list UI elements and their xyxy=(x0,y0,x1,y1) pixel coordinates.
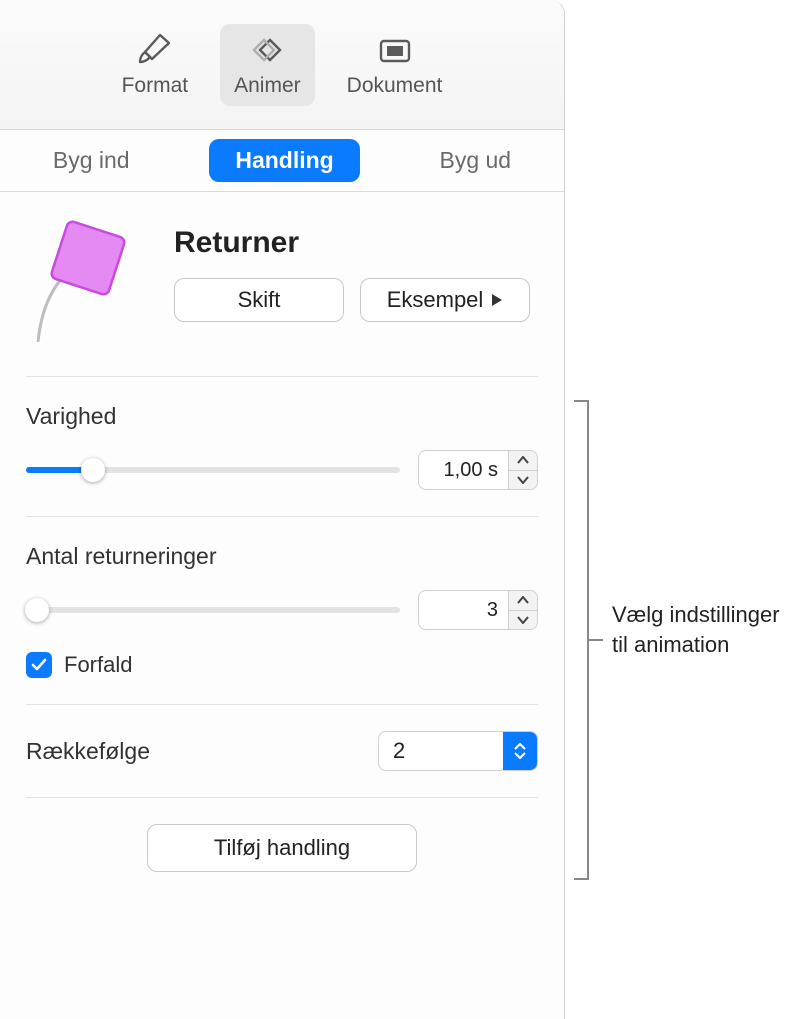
stepper-down-icon[interactable] xyxy=(509,471,537,490)
animation-preview-thumbnail xyxy=(26,220,156,350)
document-tool[interactable]: Dokument xyxy=(333,24,457,106)
document-label: Dokument xyxy=(347,74,443,98)
add-action-button[interactable]: Tilføj handling xyxy=(147,824,417,872)
decay-checkbox[interactable] xyxy=(26,652,52,678)
bounces-label: Antal returneringer xyxy=(26,543,538,570)
paintbrush-icon xyxy=(134,32,176,68)
decay-label: Forfald xyxy=(64,652,132,678)
divider xyxy=(26,797,538,798)
duration-field[interactable] xyxy=(418,450,508,490)
format-label: Format xyxy=(122,74,189,98)
play-icon xyxy=(491,293,503,307)
divider xyxy=(26,516,538,517)
duration-slider[interactable] xyxy=(26,458,400,482)
duration-stepper[interactable] xyxy=(508,450,538,490)
duration-label: Varighed xyxy=(26,403,538,430)
divider xyxy=(26,704,538,705)
stepper-up-icon[interactable] xyxy=(509,451,537,471)
select-arrows-icon xyxy=(503,732,537,770)
change-button[interactable]: Skift xyxy=(174,278,344,322)
tab-action[interactable]: Handling xyxy=(209,139,359,182)
preview-button-label: Eksempel xyxy=(387,287,484,313)
document-icon xyxy=(374,32,416,68)
order-value: 2 xyxy=(379,738,503,764)
animate-icon xyxy=(246,32,288,68)
tab-build-out[interactable]: Byg ud xyxy=(413,139,537,182)
order-select[interactable]: 2 xyxy=(378,731,538,771)
tab-build-in[interactable]: Byg ind xyxy=(27,139,156,182)
checkmark-icon xyxy=(31,658,47,672)
stepper-down-icon[interactable] xyxy=(509,611,537,630)
bounces-stepper[interactable] xyxy=(508,590,538,630)
divider xyxy=(26,376,538,377)
format-tool[interactable]: Format xyxy=(108,24,203,106)
bounces-slider[interactable] xyxy=(26,598,400,622)
bounces-field[interactable] xyxy=(418,590,508,630)
stepper-up-icon[interactable] xyxy=(509,591,537,611)
animate-tool[interactable]: Animer xyxy=(220,24,315,106)
animate-tabs: Byg ind Handling Byg ud xyxy=(0,130,564,192)
animation-title: Returner xyxy=(174,226,538,260)
callout-text: Vælg indstillinger til animation xyxy=(612,600,784,659)
order-label: Rækkefølge xyxy=(26,738,150,765)
top-toolbar: Format Animer Dokument xyxy=(0,0,564,130)
inspector-panel: Format Animer Dokument Byg ind Handling xyxy=(0,0,565,1019)
preview-button[interactable]: Eksempel xyxy=(360,278,530,322)
animate-label: Animer xyxy=(234,74,301,98)
